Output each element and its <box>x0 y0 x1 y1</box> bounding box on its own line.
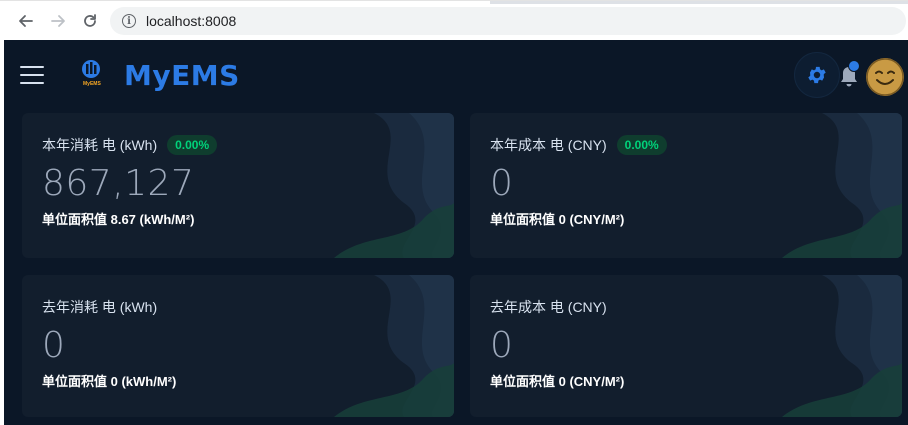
card-decoration <box>334 275 454 417</box>
card-title-text: 去年成本 电 (CNY) <box>490 299 607 315</box>
card-subtitle: 单位面积值 0 (kWh/M²) <box>42 374 177 389</box>
notification-dot <box>848 60 860 72</box>
card-subtitle: 单位面积值 0 (CNY/M²) <box>490 374 625 389</box>
stat-card-current-year-consumption: 本年消耗 电 (kWh) 0.00% 867,127 单位面积值 8.67 (k… <box>22 113 454 258</box>
info-icon[interactable]: i <box>122 14 136 28</box>
card-decoration <box>782 113 902 258</box>
avatar-icon[interactable] <box>866 58 904 96</box>
change-badge: 0.00% <box>167 135 218 155</box>
change-badge: 0.00% <box>616 135 667 155</box>
tab-strip <box>0 1 908 4</box>
card-title-text: 本年成本 电 (CNY) <box>490 137 607 153</box>
card-value: 0 <box>42 325 66 366</box>
logo-caption: MyEMS <box>83 81 101 87</box>
card-title-text: 本年消耗 电 (kWh) <box>42 137 158 153</box>
reload-icon[interactable] <box>80 11 100 31</box>
card-title: 本年成本 电 (CNY) 0.00% <box>490 135 667 155</box>
url-text: localhost:8008 <box>146 13 237 29</box>
card-title-text: 去年消耗 电 (kWh) <box>42 299 158 315</box>
card-value: 0 <box>490 163 514 204</box>
forward-icon[interactable] <box>48 11 68 31</box>
card-value: 0 <box>490 325 514 366</box>
myems-app: MyEMS MyEMS 本年消耗 电 (kWh) 0.00% 867,127 单… <box>4 40 908 425</box>
stat-card-last-year-cost: 去年成本 电 (CNY) 0 单位面积值 0 (CNY/M²) <box>470 275 902 417</box>
card-decoration <box>334 113 454 258</box>
card-title: 本年消耗 电 (kWh) 0.00% <box>42 135 218 155</box>
card-decoration <box>782 275 902 417</box>
back-icon[interactable] <box>16 11 36 31</box>
address-bar[interactable]: i localhost:8008 <box>110 7 906 35</box>
stat-card-current-year-cost: 本年成本 电 (CNY) 0.00% 0 单位面积值 0 (CNY/M²) <box>470 113 902 258</box>
top-navbar: MyEMS MyEMS <box>4 40 908 110</box>
card-title: 去年成本 电 (CNY) <box>490 297 607 317</box>
stat-card-last-year-consumption: 去年消耗 电 (kWh) 0 单位面积值 0 (kWh/M²) <box>22 275 454 417</box>
brand-name[interactable]: MyEMS <box>124 59 240 92</box>
card-value: 867,127 <box>42 163 195 204</box>
card-title: 去年消耗 电 (kWh) <box>42 297 157 317</box>
active-tab[interactable] <box>0 1 490 4</box>
browser-toolbar: i localhost:8008 <box>0 0 908 40</box>
menu-icon[interactable] <box>20 66 44 84</box>
gear-icon <box>808 66 826 84</box>
settings-button[interactable] <box>794 52 840 98</box>
card-subtitle: 单位面积值 8.67 (kWh/M²) <box>42 212 195 227</box>
card-subtitle: 单位面积值 0 (CNY/M²) <box>490 212 625 227</box>
